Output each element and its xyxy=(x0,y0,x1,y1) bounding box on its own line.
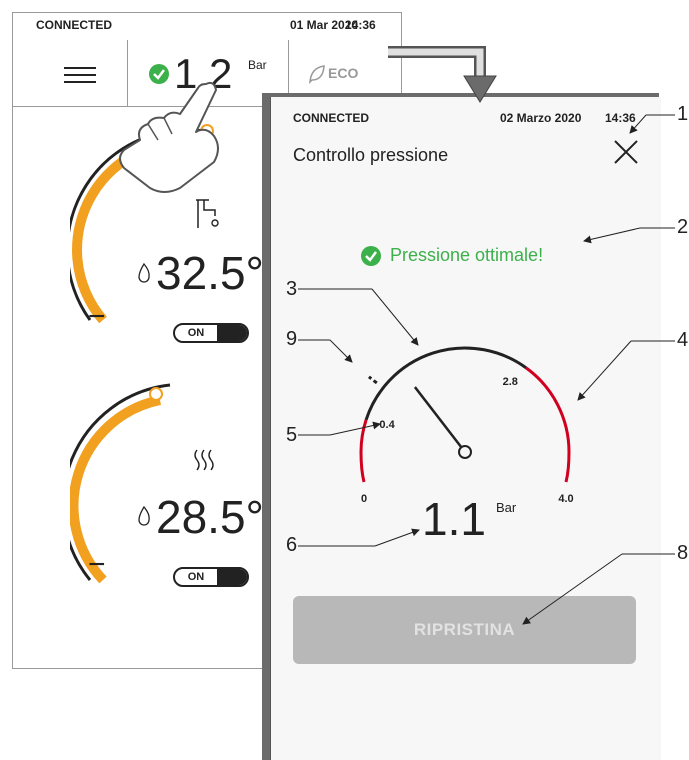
callout-1: 1 xyxy=(677,103,689,125)
callout-9: 9 xyxy=(286,328,298,350)
callout-8: 8 xyxy=(677,542,689,564)
callout-2: 2 xyxy=(677,216,689,238)
callout-4: 4 xyxy=(677,329,689,351)
callout-6: 6 xyxy=(286,534,298,556)
callout-5: 5 xyxy=(286,424,298,446)
hand-pointer-icon xyxy=(119,81,219,193)
annotation-layer xyxy=(119,46,675,625)
callout-3: 3 xyxy=(286,278,298,300)
